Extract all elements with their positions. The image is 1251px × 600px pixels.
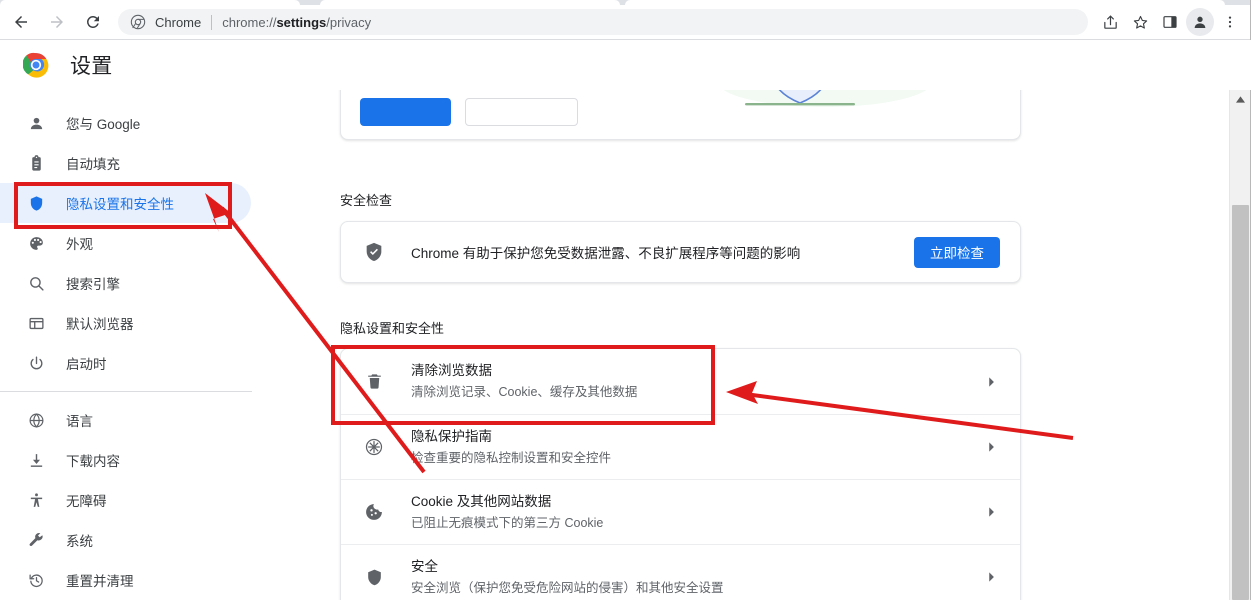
side-panel-icon[interactable] (1156, 8, 1184, 36)
list-item-subtitle: 检查重要的隐私控制设置和安全控件 (411, 449, 984, 467)
settings-content: 安全检查 Chrome 有助于保护您免受数据泄露、不良扩展程序等问题的影响 立即… (260, 90, 1229, 600)
chevron-right-icon[interactable] (984, 440, 998, 454)
globe-icon (26, 410, 46, 430)
address-bar[interactable]: Chrome chrome://settings/privacy (118, 9, 1088, 35)
promo-primary-button[interactable] (360, 98, 451, 126)
chrome-logo-icon (23, 52, 49, 78)
promo-secondary-button[interactable] (465, 98, 578, 126)
chevron-right-icon[interactable] (984, 505, 998, 519)
sidebar-item-label: 下载内容 (66, 450, 120, 470)
vertical-scrollbar[interactable] (1229, 90, 1251, 600)
list-item-text: Cookie 及其他网站数据 已阻止无痕模式下的第三方 Cookie (411, 493, 984, 532)
person-icon (26, 113, 46, 133)
three-dot-menu-icon[interactable] (1216, 8, 1244, 36)
browser-toolbar: Chrome chrome://settings/privacy (0, 5, 1251, 40)
shield-check-icon (363, 241, 385, 263)
sidebar-item-label: 启动时 (66, 353, 107, 373)
privacy-guide-icon (363, 436, 385, 458)
chevron-right-icon[interactable] (984, 570, 998, 584)
safety-check-description: Chrome 有助于保护您免受数据泄露、不良扩展程序等问题的影响 (411, 242, 914, 262)
sidebar-item-you-and-google[interactable]: 您与 Google (0, 103, 251, 143)
list-item-text: 安全 安全浏览（保护您免受危险网站的侵害）和其他安全设置 (411, 558, 984, 597)
sidebar-item-autofill[interactable]: 自动填充 (0, 143, 251, 183)
sidebar-item-label: 隐私设置和安全性 (66, 193, 174, 213)
sidebar-item-languages[interactable]: 语言 (0, 400, 251, 440)
sidebar-item-label: 无障碍 (66, 490, 107, 510)
sidebar-item-reset-and-cleanup[interactable]: 重置并清理 (0, 560, 251, 600)
list-item-text: 隐私保护指南 检查重要的隐私控制设置和安全控件 (411, 428, 984, 467)
share-icon[interactable] (1096, 8, 1124, 36)
shield-icon (363, 566, 385, 588)
scrollbar-thumb[interactable] (1232, 205, 1249, 600)
sidebar-item-downloads[interactable]: 下载内容 (0, 440, 251, 480)
chevron-right-icon[interactable] (984, 375, 998, 389)
browser-window: Chrome chrome://settings/privacy (0, 0, 1251, 600)
sidebar-item-label: 系统 (66, 530, 93, 550)
list-item-title: 清除浏览数据 (411, 362, 984, 380)
sidebar-item-appearance[interactable]: 外观 (0, 223, 251, 263)
run-safety-check-button[interactable]: 立即检查 (914, 237, 1000, 268)
sidebar-item-privacy-and-security[interactable]: 隐私设置和安全性 (0, 183, 251, 223)
list-item-privacy-guide[interactable]: 隐私保护指南 检查重要的隐私控制设置和安全控件 (341, 414, 1020, 479)
list-item-title: Cookie 及其他网站数据 (411, 493, 984, 511)
trash-icon (363, 371, 385, 393)
clipboard-icon (26, 153, 46, 173)
list-item-clear-browsing-data[interactable]: 清除浏览数据 清除浏览记录、Cookie、缓存及其他数据 (341, 349, 1020, 414)
sidebar-item-default-browser[interactable]: 默认浏览器 (0, 303, 251, 343)
sidebar-item-label: 搜索引擎 (66, 273, 120, 293)
sidebar-item-label: 重置并清理 (66, 570, 134, 590)
palette-icon (26, 233, 46, 253)
address-bar-url: chrome://settings/privacy (222, 15, 371, 30)
privacy-guide-promo-card (340, 90, 1021, 140)
sidebar-item-search-engine[interactable]: 搜索引擎 (0, 263, 251, 303)
sidebar-item-label: 默认浏览器 (66, 313, 134, 333)
omnibox-separator (211, 15, 212, 30)
list-item-subtitle: 清除浏览记录、Cookie、缓存及其他数据 (411, 383, 984, 401)
sidebar-item-label: 语言 (66, 410, 93, 430)
browser-window-icon (26, 313, 46, 333)
list-item-title: 隐私保护指南 (411, 428, 984, 446)
sidebar-item-system[interactable]: 系统 (0, 520, 251, 560)
list-item-text: 清除浏览数据 清除浏览记录、Cookie、缓存及其他数据 (411, 362, 984, 401)
forward-arrow-icon[interactable] (42, 7, 72, 37)
search-icon (26, 273, 46, 293)
settings-sidebar: 您与 Google 自动填充 隐私设置和安全性 外观 搜索引擎 (0, 90, 260, 600)
bookmark-star-icon[interactable] (1126, 8, 1154, 36)
page-title: 设置 (70, 50, 112, 80)
reload-icon[interactable] (78, 7, 108, 37)
privacy-settings-list: 清除浏览数据 清除浏览记录、Cookie、缓存及其他数据 隐私保护指南 检查重要… (340, 348, 1021, 600)
back-arrow-icon[interactable] (6, 7, 36, 37)
list-item-security[interactable]: 安全 安全浏览（保护您免受危险网站的侵害）和其他安全设置 (341, 544, 1020, 600)
sidebar-item-accessibility[interactable]: 无障碍 (0, 480, 251, 520)
wrench-icon (26, 530, 46, 550)
safety-check-section-label: 安全检查 (340, 190, 392, 209)
sidebar-item-label: 外观 (66, 233, 93, 253)
list-item-title: 安全 (411, 558, 984, 576)
settings-header: 设置 (0, 40, 1251, 90)
scroll-up-arrow-icon[interactable] (1230, 90, 1251, 108)
profile-avatar-icon[interactable] (1186, 8, 1214, 36)
sidebar-item-label: 自动填充 (66, 153, 120, 173)
sidebar-item-on-startup[interactable]: 启动时 (0, 343, 251, 383)
privacy-guide-illustration (715, 90, 935, 123)
sidebar-divider (0, 391, 252, 392)
history-restore-icon (26, 570, 46, 590)
cookie-icon (363, 501, 385, 523)
list-item-subtitle: 已阻止无痕模式下的第三方 Cookie (411, 514, 984, 532)
chrome-logo-icon (130, 14, 146, 30)
shield-icon (26, 193, 46, 213)
privacy-section-label: 隐私设置和安全性 (340, 318, 444, 337)
list-item-subtitle: 安全浏览（保护您免受危险网站的侵害）和其他安全设置 (411, 579, 984, 597)
accessibility-icon (26, 490, 46, 510)
download-icon (26, 450, 46, 470)
list-item-cookies-and-site-data[interactable]: Cookie 及其他网站数据 已阻止无痕模式下的第三方 Cookie (341, 479, 1020, 544)
site-label: Chrome (155, 15, 201, 30)
power-icon (26, 353, 46, 373)
sidebar-item-label: 您与 Google (66, 113, 140, 133)
safety-check-card: Chrome 有助于保护您免受数据泄露、不良扩展程序等问题的影响 立即检查 (340, 221, 1021, 283)
